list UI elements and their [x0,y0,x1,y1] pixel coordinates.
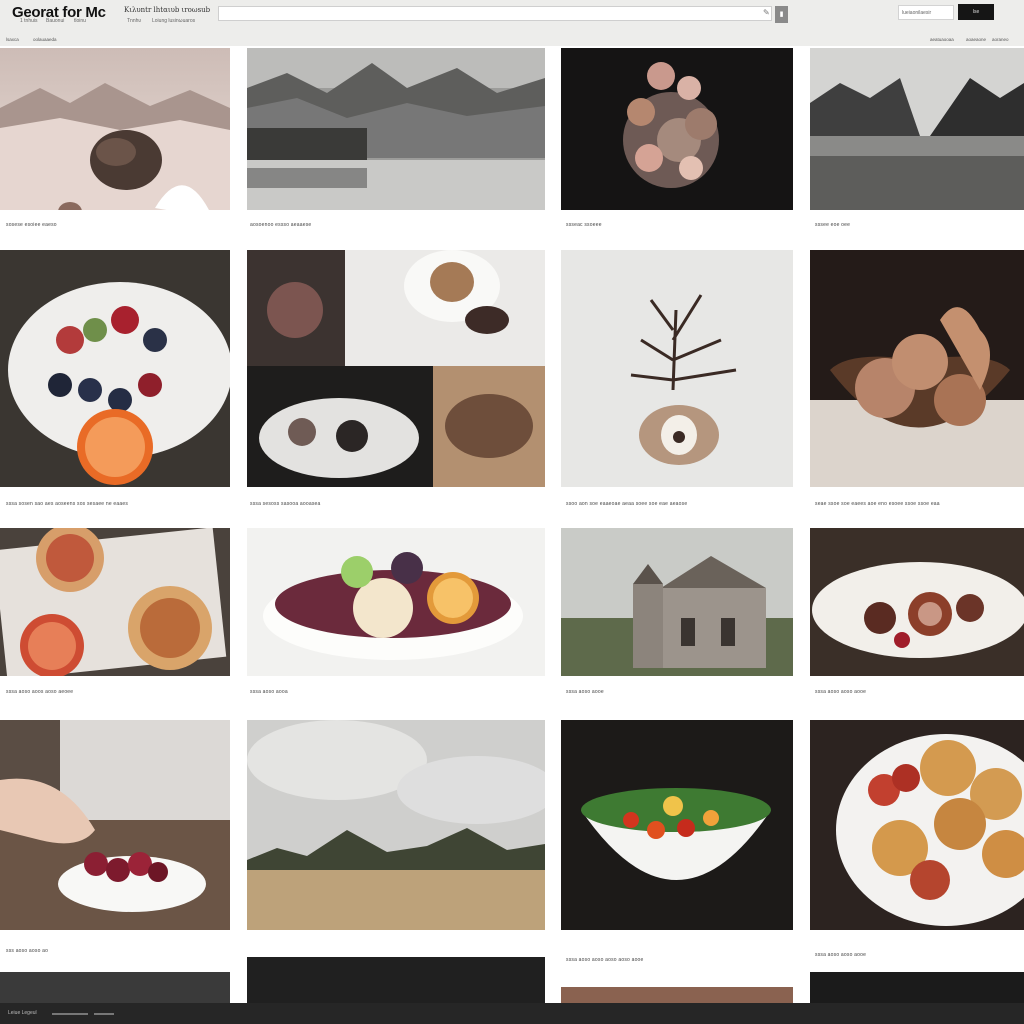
card-caption: seae ssoe soe eaees aoe eno esoee ssoe s… [815,501,940,507]
gallery-card[interactable] [247,528,545,676]
gallery-image [810,528,1024,676]
card-caption: sssee eoe oee [815,222,851,228]
gallery-image [247,48,545,210]
gallery-card[interactable] [0,250,230,487]
gallery-card[interactable] [561,48,793,210]
nav-link[interactable]: aoaeaone [966,37,986,42]
card-caption: sssa aoso aooe [566,689,604,695]
gallery-image [0,48,230,210]
gallery-card[interactable] [810,250,1024,487]
gallery-image [247,528,545,676]
gallery-image [561,720,793,930]
nav-link[interactable]: aoraneo [992,37,1009,42]
card-caption: sssa aoso aoso aooe [815,689,867,695]
card-caption: sssa sesoss sasooa aooasea [250,501,321,507]
gallery-image [561,250,793,487]
gallery-card[interactable] [247,48,545,210]
gallery-image [0,250,230,487]
search-icon: ▮ [779,11,784,18]
card-caption: aosoenoo essso aeaaese [250,222,312,228]
card-caption: ssoo aon soe eaaeoae aeaa soee soe eae a… [566,501,688,507]
site-tagline: Kιλυntr lhtαιυb ιroωsub [124,6,211,14]
edit-icon[interactable]: ✎ [763,8,773,19]
gallery-card[interactable] [0,48,230,210]
gallery-image [561,48,793,210]
gallery-card[interactable] [247,250,545,487]
gallery-image [0,528,230,676]
gallery-image [561,528,793,676]
gallery-image [247,250,545,487]
gallery-card[interactable] [810,972,1024,1003]
card-caption: sosese esoiee eaeso [6,222,57,228]
footer-link[interactable] [94,1013,114,1015]
gallery-card[interactable] [247,720,545,930]
gallery-image [810,48,1024,210]
nav-link[interactable]: oolauaaeda [33,37,57,42]
gallery-image [0,720,230,930]
card-caption: sssa sosen sao aes aoseens sos sesaee ne… [6,501,129,507]
sub-link[interactable]: Loiung lusinωuaros [152,18,195,24]
footer-text: Leiue Legeul [8,1010,37,1016]
gallery-card[interactable] [561,720,793,930]
gallery-card[interactable] [561,987,793,1003]
search-bar: ✎ ▮ [218,6,788,23]
sub-link[interactable]: tloinu [74,18,86,24]
gallery-card[interactable] [0,972,230,1003]
gallery-image [810,720,1024,930]
card-caption: sssa aoso aoos aoso aeoee [6,689,74,695]
search-button[interactable]: ▮ [775,6,788,23]
gallery-card[interactable] [0,528,230,676]
gallery-card[interactable] [810,720,1024,930]
footer-link[interactable] [52,1013,88,1015]
nav-link[interactable]: lsaxca [6,37,19,42]
gallery-card[interactable] [0,720,230,930]
card-caption: sssa aoso aoso aooe [815,952,867,958]
gallery-card[interactable] [561,250,793,487]
site-header: Georat for Mc Kιλυntr lhtαιυb ιroωsub 1 … [0,0,1024,46]
gallery-card[interactable] [247,957,545,1003]
gallery-image [247,720,545,930]
nav-link[interactable]: aeatuaooaa [930,37,954,42]
sub-link[interactable]: Tnnhυ [127,18,141,24]
sub-link[interactable]: 1 tnhuis [20,18,38,24]
gallery-image [810,250,1024,487]
sub-link[interactable]: Bauonui [46,18,64,24]
header-action-button[interactable]: Ise [958,4,994,20]
card-caption: sss aoso aoso ao [6,948,49,954]
card-caption: sssa aoso aoso aoso aoso aooe [566,957,644,963]
gallery-card[interactable] [810,48,1024,210]
gallery-card[interactable] [810,528,1024,676]
search-input[interactable] [218,6,772,21]
gallery-card[interactable] [561,528,793,676]
card-caption: sssa aoso aooa [250,689,288,695]
account-field[interactable]: lueiaonilaesir [898,5,954,20]
site-footer: Leiue Legeul [0,1003,1024,1024]
card-caption: ssseac ssoeee [566,222,602,228]
